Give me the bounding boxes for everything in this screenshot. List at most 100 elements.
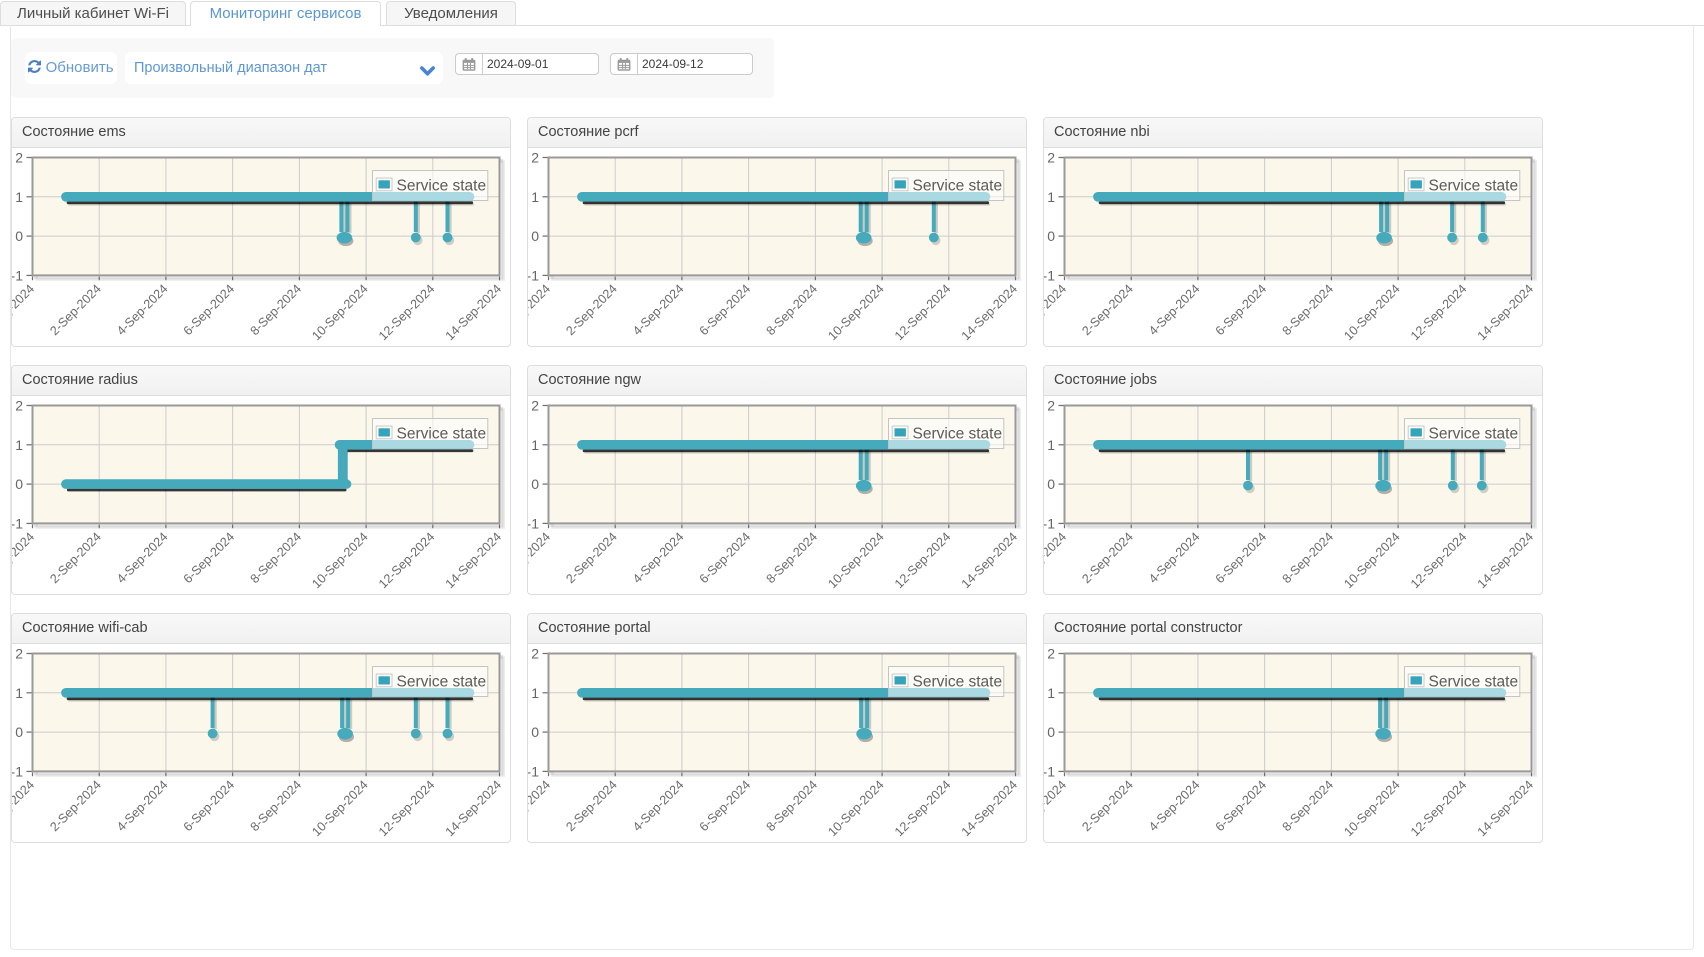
svg-text:4-Sep-2024: 4-Sep-2024	[630, 282, 686, 338]
svg-text:2-Sep-2024: 2-Sep-2024	[47, 282, 103, 338]
svg-text:6-Sep-2024: 6-Sep-2024	[181, 282, 237, 338]
svg-text:-1: -1	[1044, 515, 1055, 531]
svg-text:12-Sep-2024: 12-Sep-2024	[1408, 530, 1469, 591]
svg-text:6-Sep-2024: 6-Sep-2024	[181, 530, 237, 586]
svg-text:4-Sep-2024: 4-Sep-2024	[114, 282, 170, 338]
svg-text:2-Sep-2024: 2-Sep-2024	[563, 530, 619, 586]
svg-text:Service state: Service state	[397, 426, 487, 443]
svg-text:2-Sep-2024: 2-Sep-2024	[1079, 778, 1135, 834]
svg-text:14-Sep-2024: 14-Sep-2024	[443, 282, 504, 343]
svg-text:4-Sep-2024: 4-Sep-2024	[1146, 530, 1202, 586]
svg-text:12-Sep-2024: 12-Sep-2024	[892, 282, 953, 343]
svg-text:4-Sep-2024: 4-Sep-2024	[114, 530, 170, 586]
svg-text:12-Sep-2024: 12-Sep-2024	[376, 282, 437, 343]
svg-text:0: 0	[531, 724, 539, 740]
svg-text:14-Sep-2024: 14-Sep-2024	[1475, 778, 1536, 839]
svg-text:2-Sep-2024: 2-Sep-2024	[1079, 282, 1135, 338]
svg-text:31-Aug-2024: 31-Aug-2024	[1044, 282, 1069, 343]
svg-text:12-Sep-2024: 12-Sep-2024	[1408, 778, 1469, 839]
svg-text:2: 2	[531, 398, 539, 414]
svg-text:-1: -1	[528, 515, 539, 531]
svg-text:2-Sep-2024: 2-Sep-2024	[47, 530, 103, 586]
svg-text:10-Sep-2024: 10-Sep-2024	[1341, 282, 1402, 343]
svg-text:6-Sep-2024: 6-Sep-2024	[697, 778, 753, 834]
svg-text:31-Aug-2024: 31-Aug-2024	[12, 530, 37, 591]
svg-text:2: 2	[531, 150, 539, 166]
svg-text:Service state: Service state	[913, 674, 1003, 691]
svg-text:0: 0	[531, 228, 539, 244]
svg-text:2: 2	[15, 646, 23, 662]
svg-text:1: 1	[531, 189, 539, 205]
svg-text:0: 0	[15, 724, 23, 740]
svg-text:6-Sep-2024: 6-Sep-2024	[697, 530, 753, 586]
svg-text:8-Sep-2024: 8-Sep-2024	[764, 530, 820, 586]
svg-text:31-Aug-2024: 31-Aug-2024	[12, 778, 37, 839]
svg-text:14-Sep-2024: 14-Sep-2024	[959, 778, 1020, 839]
svg-text:2-Sep-2024: 2-Sep-2024	[563, 282, 619, 338]
svg-text:10-Sep-2024: 10-Sep-2024	[1341, 778, 1402, 839]
svg-text:0: 0	[1047, 724, 1055, 740]
svg-text:-1: -1	[12, 763, 23, 779]
svg-text:8-Sep-2024: 8-Sep-2024	[1280, 530, 1336, 586]
svg-text:8-Sep-2024: 8-Sep-2024	[764, 282, 820, 338]
svg-text:10-Sep-2024: 10-Sep-2024	[309, 530, 370, 591]
svg-text:2-Sep-2024: 2-Sep-2024	[563, 778, 619, 834]
svg-text:4-Sep-2024: 4-Sep-2024	[630, 778, 686, 834]
svg-text:6-Sep-2024: 6-Sep-2024	[1213, 778, 1269, 834]
svg-text:1: 1	[15, 437, 23, 453]
svg-text:0: 0	[1047, 476, 1055, 492]
svg-text:4-Sep-2024: 4-Sep-2024	[1146, 778, 1202, 834]
svg-text:31-Aug-2024: 31-Aug-2024	[528, 282, 553, 343]
svg-text:0: 0	[1047, 228, 1055, 244]
svg-text:1: 1	[15, 189, 23, 205]
svg-text:0: 0	[15, 228, 23, 244]
svg-text:6-Sep-2024: 6-Sep-2024	[1213, 530, 1269, 586]
svg-text:1: 1	[1047, 189, 1055, 205]
svg-text:4-Sep-2024: 4-Sep-2024	[114, 778, 170, 834]
svg-text:-1: -1	[1044, 763, 1055, 779]
svg-text:12-Sep-2024: 12-Sep-2024	[376, 778, 437, 839]
svg-text:2: 2	[15, 398, 23, 414]
svg-text:31-Aug-2024: 31-Aug-2024	[1044, 530, 1069, 591]
svg-text:14-Sep-2024: 14-Sep-2024	[959, 530, 1020, 591]
svg-text:14-Sep-2024: 14-Sep-2024	[1475, 282, 1536, 343]
svg-text:-1: -1	[1044, 267, 1055, 283]
svg-text:Service state: Service state	[1429, 426, 1519, 443]
svg-text:12-Sep-2024: 12-Sep-2024	[892, 778, 953, 839]
svg-text:31-Aug-2024: 31-Aug-2024	[12, 282, 37, 343]
svg-text:Service state: Service state	[397, 674, 487, 691]
svg-text:14-Sep-2024: 14-Sep-2024	[443, 778, 504, 839]
svg-text:Service state: Service state	[913, 178, 1003, 195]
svg-text:8-Sep-2024: 8-Sep-2024	[248, 778, 304, 834]
svg-text:10-Sep-2024: 10-Sep-2024	[309, 282, 370, 343]
svg-text:4-Sep-2024: 4-Sep-2024	[630, 530, 686, 586]
svg-text:-1: -1	[528, 763, 539, 779]
svg-text:Service state: Service state	[913, 426, 1003, 443]
svg-text:14-Sep-2024: 14-Sep-2024	[959, 282, 1020, 343]
svg-text:12-Sep-2024: 12-Sep-2024	[1408, 282, 1469, 343]
svg-text:12-Sep-2024: 12-Sep-2024	[376, 530, 437, 591]
svg-text:1: 1	[15, 685, 23, 701]
svg-text:1: 1	[531, 437, 539, 453]
svg-text:8-Sep-2024: 8-Sep-2024	[1280, 778, 1336, 834]
svg-text:8-Sep-2024: 8-Sep-2024	[764, 778, 820, 834]
svg-text:14-Sep-2024: 14-Sep-2024	[1475, 530, 1536, 591]
svg-text:2: 2	[1047, 646, 1055, 662]
svg-text:10-Sep-2024: 10-Sep-2024	[825, 282, 886, 343]
svg-text:10-Sep-2024: 10-Sep-2024	[825, 530, 886, 591]
svg-text:Service state: Service state	[1429, 178, 1519, 195]
svg-text:10-Sep-2024: 10-Sep-2024	[1341, 530, 1402, 591]
svg-text:10-Sep-2024: 10-Sep-2024	[825, 778, 886, 839]
svg-text:2-Sep-2024: 2-Sep-2024	[47, 778, 103, 834]
svg-text:2: 2	[1047, 398, 1055, 414]
svg-text:6-Sep-2024: 6-Sep-2024	[1213, 282, 1269, 338]
svg-text:31-Aug-2024: 31-Aug-2024	[528, 530, 553, 591]
svg-text:1: 1	[531, 685, 539, 701]
svg-text:2: 2	[531, 646, 539, 662]
svg-text:Service state: Service state	[397, 178, 487, 195]
svg-text:1: 1	[1047, 685, 1055, 701]
svg-text:2-Sep-2024: 2-Sep-2024	[1079, 530, 1135, 586]
svg-text:-1: -1	[528, 267, 539, 283]
svg-text:-1: -1	[12, 515, 23, 531]
svg-text:14-Sep-2024: 14-Sep-2024	[443, 530, 504, 591]
